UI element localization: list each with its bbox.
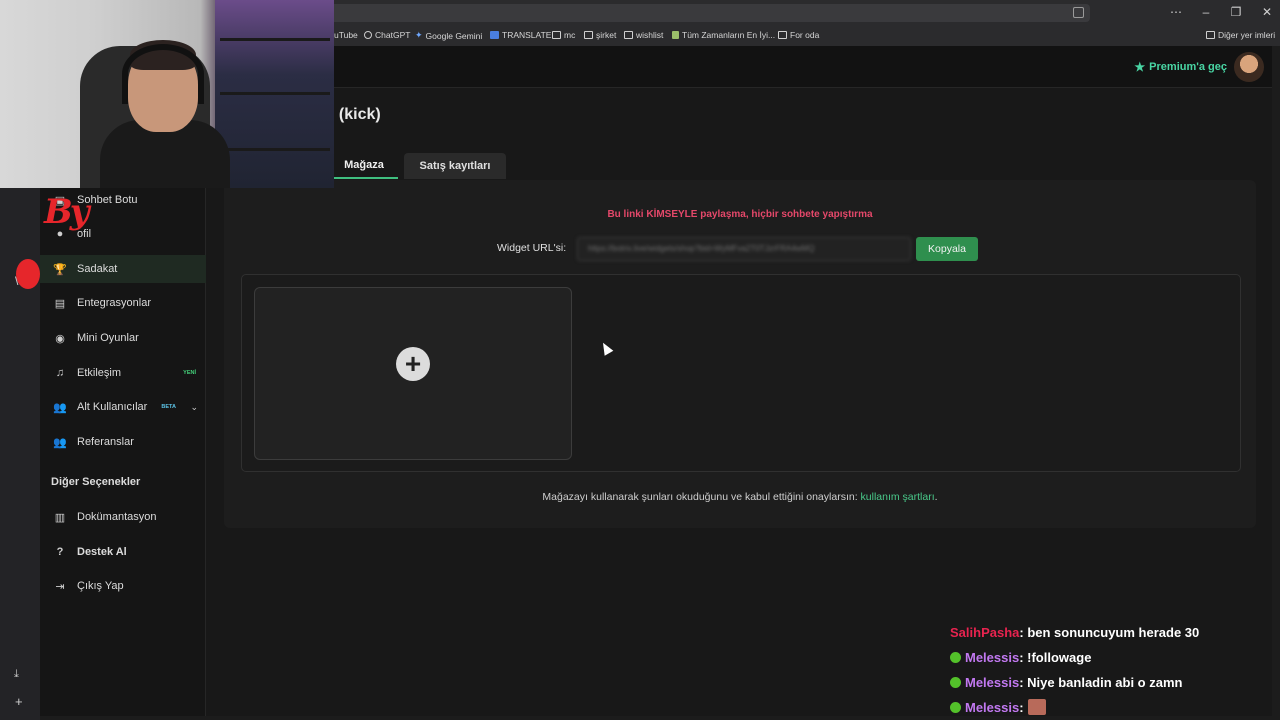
bookmark-youtube[interactable]: uTube: [334, 30, 358, 40]
chat-username: Melessis: [965, 674, 1020, 690]
bookmark-for-oda[interactable]: For oda: [778, 30, 819, 40]
shelf-divider: [220, 92, 330, 95]
channel-logo: By: [44, 192, 90, 232]
beta-badge: BETA: [161, 404, 176, 410]
trophy-icon: 🏆: [53, 263, 67, 276]
add-item-card[interactable]: +: [254, 287, 572, 460]
kick-icon: [950, 676, 961, 688]
headset: [122, 44, 204, 104]
tab-sales-records[interactable]: Satış kayıtları: [404, 153, 506, 179]
bookmark-translate[interactable]: TRANSLATE: [490, 30, 551, 40]
sidebar-item-docs[interactable]: ▥ Dokümantasyon: [40, 503, 206, 531]
chat-text: : ben sonuncuyum herade 30: [1019, 624, 1200, 640]
chat-text: : !followage: [1019, 649, 1092, 665]
address-bar[interactable]: [330, 4, 1090, 22]
store-items-container: +: [241, 274, 1241, 472]
chat-message: SalihPasha : ben sonuncuyum herade 30: [950, 622, 1199, 642]
sidebar-item-mini-games[interactable]: ◉ Mini Oyunlar: [40, 324, 206, 352]
chevron-down-icon[interactable]: ⌄: [190, 402, 198, 413]
other-bookmarks[interactable]: Diğer yer imleri: [1206, 30, 1275, 40]
folder-icon: [1206, 31, 1215, 39]
sidebar-item-interaction[interactable]: ♫ Etkileşim YENİ: [40, 359, 206, 387]
reader-mode-icon[interactable]: [1073, 7, 1084, 18]
copy-button[interactable]: Kopyala: [916, 237, 978, 261]
premium-button[interactable]: ★ Premium'a geç: [1134, 60, 1227, 74]
kick-icon: [950, 701, 961, 713]
folder-icon: [584, 31, 593, 39]
question-icon: ?: [56, 546, 64, 558]
page-icon: [672, 31, 679, 39]
more-icon[interactable]: ⋯: [1166, 5, 1186, 19]
logout-icon: ⇥: [55, 580, 65, 593]
bookmark-wishlist[interactable]: wishlist: [624, 30, 663, 40]
record-indicator: [16, 259, 40, 289]
kick-icon: [950, 651, 961, 663]
gamepad-icon: ◉: [55, 332, 65, 345]
star-icon: ★: [1134, 60, 1146, 74]
chat-message: Melessis : Niye banladin abi o zamn: [950, 672, 1182, 692]
chat-text: : Niye banladin abi o zamn: [1019, 674, 1183, 690]
chatgpt-icon: [364, 31, 372, 39]
avatar[interactable]: [1234, 52, 1264, 82]
gemini-icon: ✦: [415, 30, 423, 40]
sidebar-item-sub-users[interactable]: 👥 Alt Kullanıcılar BETA ⌄: [40, 393, 206, 421]
translate-icon: [490, 31, 499, 39]
rail-tool-icon[interactable]: \: [15, 274, 18, 288]
book-icon: ▥: [54, 511, 66, 524]
folder-icon: [778, 31, 787, 39]
page-title: i (kick): [330, 106, 381, 123]
chat-text: :: [1019, 699, 1024, 715]
maximize-icon[interactable]: ❐: [1226, 5, 1246, 19]
users-icon: 👥: [53, 401, 67, 414]
sidebar-item-support[interactable]: ? Destek Al: [40, 538, 206, 566]
emote-icon: [1027, 699, 1046, 715]
store-panel: Bu linki KİMSEYLE paylaşma, hiçbir sohbe…: [224, 180, 1256, 528]
folder-icon: [552, 31, 561, 39]
widget-url-field[interactable]: https://botrix.live/widgets/shop?bid=WyM…: [577, 237, 911, 261]
new-badge: YENİ: [183, 370, 196, 376]
warning-text: Bu linki KİMSEYLE paylaşma, hiçbir sohbe…: [607, 209, 873, 220]
chat-message: Melessis : !followage: [950, 647, 1091, 667]
sidebar-item-logout[interactable]: ⇥ Çıkış Yap: [40, 572, 206, 600]
chat-username: Melessis: [965, 649, 1020, 665]
bookmark-chatgpt[interactable]: ChatGPT: [364, 30, 410, 40]
section-title: Diğer Seçenekler: [51, 476, 141, 488]
chat-username: Melessis: [965, 699, 1020, 715]
shelf-divider: [220, 148, 330, 151]
sidebar-item-referrals[interactable]: 👥 Referanslar: [40, 428, 206, 456]
minimize-icon[interactable]: –: [1196, 5, 1216, 19]
bookmark-best-of[interactable]: Tüm Zamanların En İyi...: [672, 30, 775, 40]
widget-url-label: Widget URL'si:: [497, 242, 567, 254]
sidebar-item-integrations[interactable]: ▤ Entegrasyonlar: [40, 289, 206, 317]
bookmark-mc[interactable]: mc: [552, 30, 575, 40]
people-icon: 👥: [53, 436, 67, 449]
plug-icon: ▤: [54, 297, 66, 310]
tab-store[interactable]: Mağaza: [330, 153, 398, 179]
music-icon: ♫: [55, 367, 65, 379]
webcam-overlay: [0, 0, 334, 188]
sidebar-item-loyalty[interactable]: 🏆 Sadakat: [40, 255, 206, 283]
chat-username: SalihPasha: [950, 624, 1020, 640]
plus-circle-icon: +: [396, 347, 430, 381]
bookmark-gemini[interactable]: ✦ Google Gemini: [415, 30, 482, 41]
bookmark-sirket[interactable]: şirket: [584, 30, 616, 40]
add-icon[interactable]: +: [15, 694, 23, 709]
folder-icon: [624, 31, 633, 39]
chat-message: Melessis :: [950, 697, 1046, 717]
close-icon[interactable]: ✕: [1257, 5, 1277, 19]
terms-notice: Mağazayı kullanarak şunları okuduğunu ve…: [542, 491, 938, 503]
download-icon[interactable]: ⤓: [14, 668, 19, 681]
terms-link[interactable]: kullanım şartları: [861, 491, 935, 503]
shelf-divider: [220, 38, 330, 41]
